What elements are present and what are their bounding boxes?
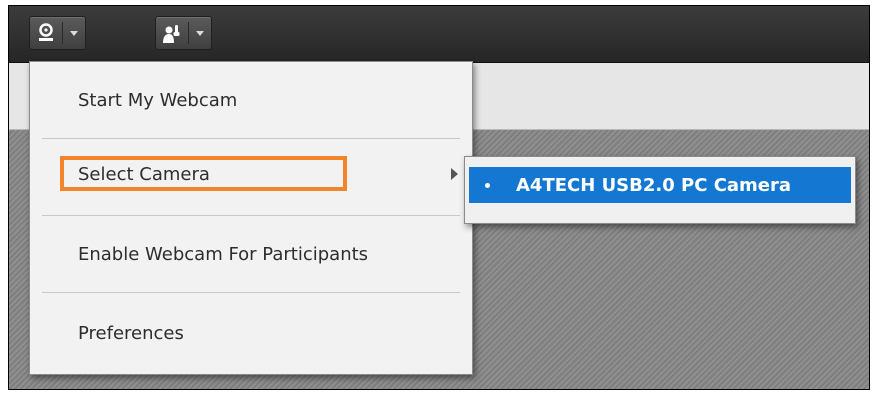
top-toolbar: [9, 6, 869, 63]
menu-divider: [42, 292, 460, 293]
menu-item-preferences[interactable]: Preferences: [30, 306, 472, 360]
webcam-menu-button[interactable]: [29, 16, 86, 50]
camera-option[interactable]: A4TECH USB2.0 PC Camera: [469, 167, 851, 203]
submenu-arrow-icon: [451, 168, 458, 180]
annotation-highlight-box: [60, 156, 347, 191]
chevron-down-icon[interactable]: [63, 18, 85, 48]
chevron-down-icon[interactable]: [189, 18, 211, 48]
menu-item-label: Start My Webcam: [78, 89, 238, 111]
raise-hand-menu-button[interactable]: [155, 16, 212, 50]
menu-item-enable-webcam-participants[interactable]: Enable Webcam For Participants: [30, 228, 472, 280]
app-window: Start My Webcam Select Camera Enable Web…: [8, 5, 870, 390]
menu-item-start-webcam[interactable]: Start My Webcam: [30, 72, 472, 128]
menu-divider: [42, 215, 460, 216]
webcam-icon: [30, 18, 62, 48]
menu-item-label: Preferences: [78, 322, 184, 344]
selected-bullet-icon: [485, 182, 490, 188]
menu-divider: [42, 138, 460, 139]
raise-hand-icon: [156, 18, 188, 48]
menu-item-label: Enable Webcam For Participants: [78, 243, 369, 265]
webcam-dropdown-menu: Start My Webcam Select Camera Enable Web…: [29, 61, 473, 375]
camera-submenu: A4TECH USB2.0 PC Camera: [464, 156, 856, 224]
camera-option-label: A4TECH USB2.0 PC Camera: [516, 174, 792, 196]
